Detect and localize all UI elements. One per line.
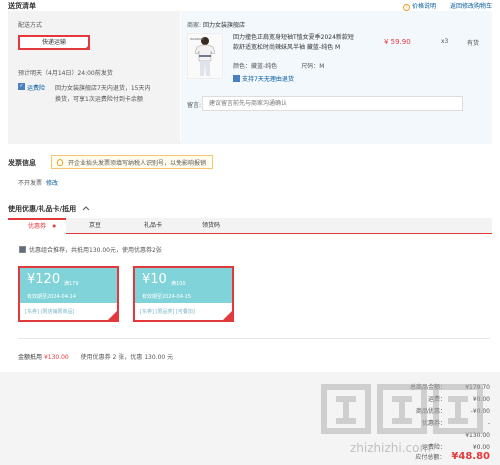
watermark-logo [321,384,483,434]
product-stock: 有货 [467,40,480,47]
coupon-amount: ¥120 [27,272,61,287]
coupon-condition: 满100 [171,281,186,287]
insurance-text: 回力女装旗舰店7天内退货，15天内换货，可享1次运费险付到卡余额 [55,85,151,103]
size-value: M [319,63,325,70]
seller-name[interactable]: 回力女装旗舰店 [203,22,245,29]
product-color: 颜色：藏蓝-纯色 [233,61,277,70]
invoice-edit-link[interactable]: 修改 [46,180,58,187]
tab-gift-card[interactable]: 礼品卡 [124,218,182,234]
chevron-up-icon [82,206,89,211]
product-pane [181,11,492,144]
tshirt-model-picture: WARRIOR [188,34,222,78]
color-value: 藏蓝-纯色 [251,63,278,70]
coupon-card[interactable]: ¥10 满100 有效期至2024-04-15 [东券] [限品类] [可叠加] [133,266,234,322]
invoice-tip: 开企业抬头发票须填写纳税人识别号，以免影响报销 [51,155,214,169]
svg-text:WARRIOR: WARRIOR [190,37,204,41]
back-to-cart-link[interactable]: 返回修改购物车 [450,1,492,11]
return-policy-tag[interactable]: 支持7天无理由退货 [233,74,294,83]
summary-amount: ¥130.00 [43,354,69,361]
seller-info: 商家: 回力女装旗舰店 [187,20,245,29]
product-price: ¥ 59.90 [384,38,411,46]
selected-corner-icon [108,311,117,320]
pay-total-label: 应付总额： [415,454,446,461]
shipping-pane [8,11,180,144]
coupon-condition: 满179 [64,281,79,287]
tab-pickup-code[interactable]: 领货码 [182,218,240,234]
tab-coupons[interactable]: 优惠券 [8,218,66,234]
product-name[interactable]: 回力撞色正肩宽身短袖T恤女夏季2024新款短款舒适宽松时尚辣妹风半袖 藏蓝-纯色… [233,33,358,53]
coupon-footer: [东券] [限店铺限商品] [25,309,75,315]
coupon-section-label: 使用优惠/礼品卡/抵用 [8,205,77,213]
size-label: 尺码： [301,63,320,70]
coupon-card[interactable]: ¥120 满179 有效期至2024-04-14 [东券] [限店铺限商品] [18,266,119,322]
coupon-date: 有效期至2024-04-14 [27,294,77,300]
summary-label: 金额抵用 [18,354,43,361]
insurance-icon: ✓ [18,83,25,90]
remark-input[interactable] [202,96,463,111]
return-icon [233,75,240,82]
selected-corner-icon [223,311,232,320]
coupon-amount: ¥10 [142,272,167,287]
header-links: ? 价格说明 返回修改购物车 [402,1,492,11]
coupon-date: 有效期至2024-04-15 [142,294,192,300]
insurance-label[interactable]: 运费险 [27,83,45,92]
seller-label: 商家: [187,22,202,29]
watermark-text: zhizhizhi.com [350,441,432,455]
coupon-summary: 金额抵用 ¥130.00 使用优惠券 2 张，优惠 130.00 元 [18,352,173,361]
invoice-status-text: 不开发票 [18,180,43,187]
pay-total-amount: ¥48.80 [451,451,490,462]
product-image[interactable]: WARRIOR [187,33,223,79]
invoice-tip-text: 开企业抬头发票须填写纳税人识别号，以免影响报销 [68,160,207,167]
color-label: 颜色： [233,63,252,70]
product-attributes: 颜色：藏蓝-纯色 尺码：M [233,61,324,70]
coupon-section-title[interactable]: 使用优惠/礼品卡/抵用 [8,204,90,214]
return-policy-label: 支持7天无理由退货 [242,76,294,83]
divider [18,338,490,339]
tab-jingdou[interactable]: 京豆 [66,218,124,234]
coupon-footer: [东券] [限品类] [可叠加] [140,309,195,315]
deliver-time: 预计明天（4月14日）24:00前发货 [18,70,113,77]
coupon-recommend: 优惠组合推荐，共抵用130.00元，使用优惠券2张 [19,245,162,254]
recommend-checkbox[interactable] [19,246,26,253]
recommend-text: 优惠组合推荐，共抵用130.00元，使用优惠券2张 [29,247,162,254]
shipping-method-label: 配送方式 [18,22,43,29]
remark-label: 留言: [187,102,202,109]
product-size: 尺码：M [301,61,324,70]
price-info-label: 价格说明 [411,3,436,10]
question-icon: ? [402,4,410,11]
price-info-link[interactable]: ? 价格说明 [402,1,436,11]
page-title: 送货清单 [8,2,36,10]
invoice-title: 发票信息 [8,159,36,167]
lightbulb-icon [57,159,63,166]
product-quantity: x3 [441,38,449,45]
invoice-status: 不开发票 修改 [18,178,58,187]
summary-detail: 使用优惠券 2 张，优惠 130.00 元 [80,354,174,361]
shipping-method-button[interactable]: 快递运输 [18,35,90,50]
